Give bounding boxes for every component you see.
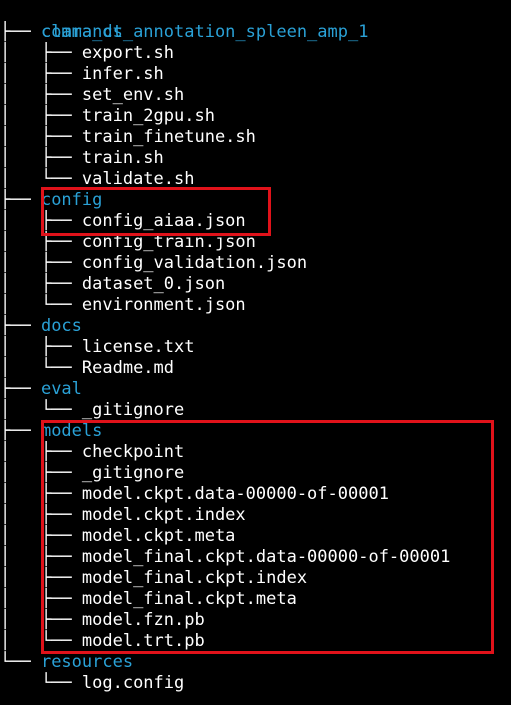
tree-file-row: │ └── environment.json xyxy=(0,295,246,316)
directory-name: docs xyxy=(40,316,82,336)
tree-file-row: └── log.config xyxy=(0,673,184,694)
directory-name: resources xyxy=(40,652,134,672)
tree-dir-row: ├── commands xyxy=(0,22,123,43)
tree-dir-row: └── resources xyxy=(0,652,133,673)
tree-file-row: │ ├── config_validation.json xyxy=(0,253,307,274)
tree-dir-row: ├── eval xyxy=(0,379,82,400)
tree-root: clara_ct_annotation_spleen_amp_1 xyxy=(0,1,369,42)
tree-branch-prefix: ├── xyxy=(0,22,41,42)
directory-name: commands xyxy=(40,22,123,42)
tree-file-row: │ └── Readme.md xyxy=(0,358,174,379)
tree-branch-prefix: └── xyxy=(0,652,41,672)
file-name: train_finetune.sh xyxy=(81,127,256,147)
directory-name: eval xyxy=(40,379,82,399)
tree-file-row: │ ├── infer.sh xyxy=(0,64,164,85)
tree-branch-prefix: │ └── xyxy=(0,295,82,315)
tree-branch-prefix: │ ├── xyxy=(0,148,82,168)
file-name: train.sh xyxy=(81,148,164,168)
file-name: dataset_0.json xyxy=(81,274,226,294)
file-name: set_env.sh xyxy=(81,85,185,105)
tree-branch-prefix: │ ├── xyxy=(0,337,82,357)
tree-branch-prefix: ├── xyxy=(0,190,41,210)
tree-branch-prefix: │ └── xyxy=(0,358,82,378)
highlight-models xyxy=(41,420,494,654)
tree-dir-row: ├── docs xyxy=(0,316,82,337)
highlight-config xyxy=(41,187,271,236)
tree-file-row: │ ├── train_finetune.sh xyxy=(0,127,256,148)
tree-branch-prefix: └── xyxy=(0,673,82,693)
tree-branch-prefix: │ ├── xyxy=(0,274,82,294)
tree-file-row: │ └── _gitignore xyxy=(0,400,184,421)
file-name: license.txt xyxy=(81,337,195,357)
tree-file-row: │ ├── set_env.sh xyxy=(0,85,184,106)
tree-file-row: │ ├── license.txt xyxy=(0,337,194,358)
tree-branch-prefix: │ ├── xyxy=(0,106,82,126)
file-name: validate.sh xyxy=(81,169,195,189)
file-name: infer.sh xyxy=(81,64,164,84)
tree-branch-prefix: │ ├── xyxy=(0,85,82,105)
tree-branch-prefix: │ ├── xyxy=(0,127,82,147)
file-name: _gitignore xyxy=(81,400,185,420)
file-name: export.sh xyxy=(81,43,175,63)
file-name: log.config xyxy=(81,673,185,693)
tree-branch-prefix: │ ├── xyxy=(0,64,82,84)
tree-branch-prefix: ├── xyxy=(0,316,41,336)
tree-branch-prefix: │ └── xyxy=(0,169,82,189)
file-name: Readme.md xyxy=(81,358,175,378)
tree-file-row: │ ├── train.sh xyxy=(0,148,164,169)
tree-file-row: │ ├── dataset_0.json xyxy=(0,274,225,295)
tree-branch-prefix: │ ├── xyxy=(0,253,82,273)
file-name: environment.json xyxy=(81,295,246,315)
file-name: config_validation.json xyxy=(81,253,308,273)
tree-branch-prefix: │ ├── xyxy=(0,43,82,63)
tree-branch-prefix: │ └── xyxy=(0,400,82,420)
file-name: train_2gpu.sh xyxy=(81,106,215,126)
tree-file-row: │ ├── export.sh xyxy=(0,43,174,64)
tree-branch-prefix: ├── xyxy=(0,421,41,441)
tree-branch-prefix: ├── xyxy=(0,379,41,399)
tree-file-row: │ ├── train_2gpu.sh xyxy=(0,106,215,127)
